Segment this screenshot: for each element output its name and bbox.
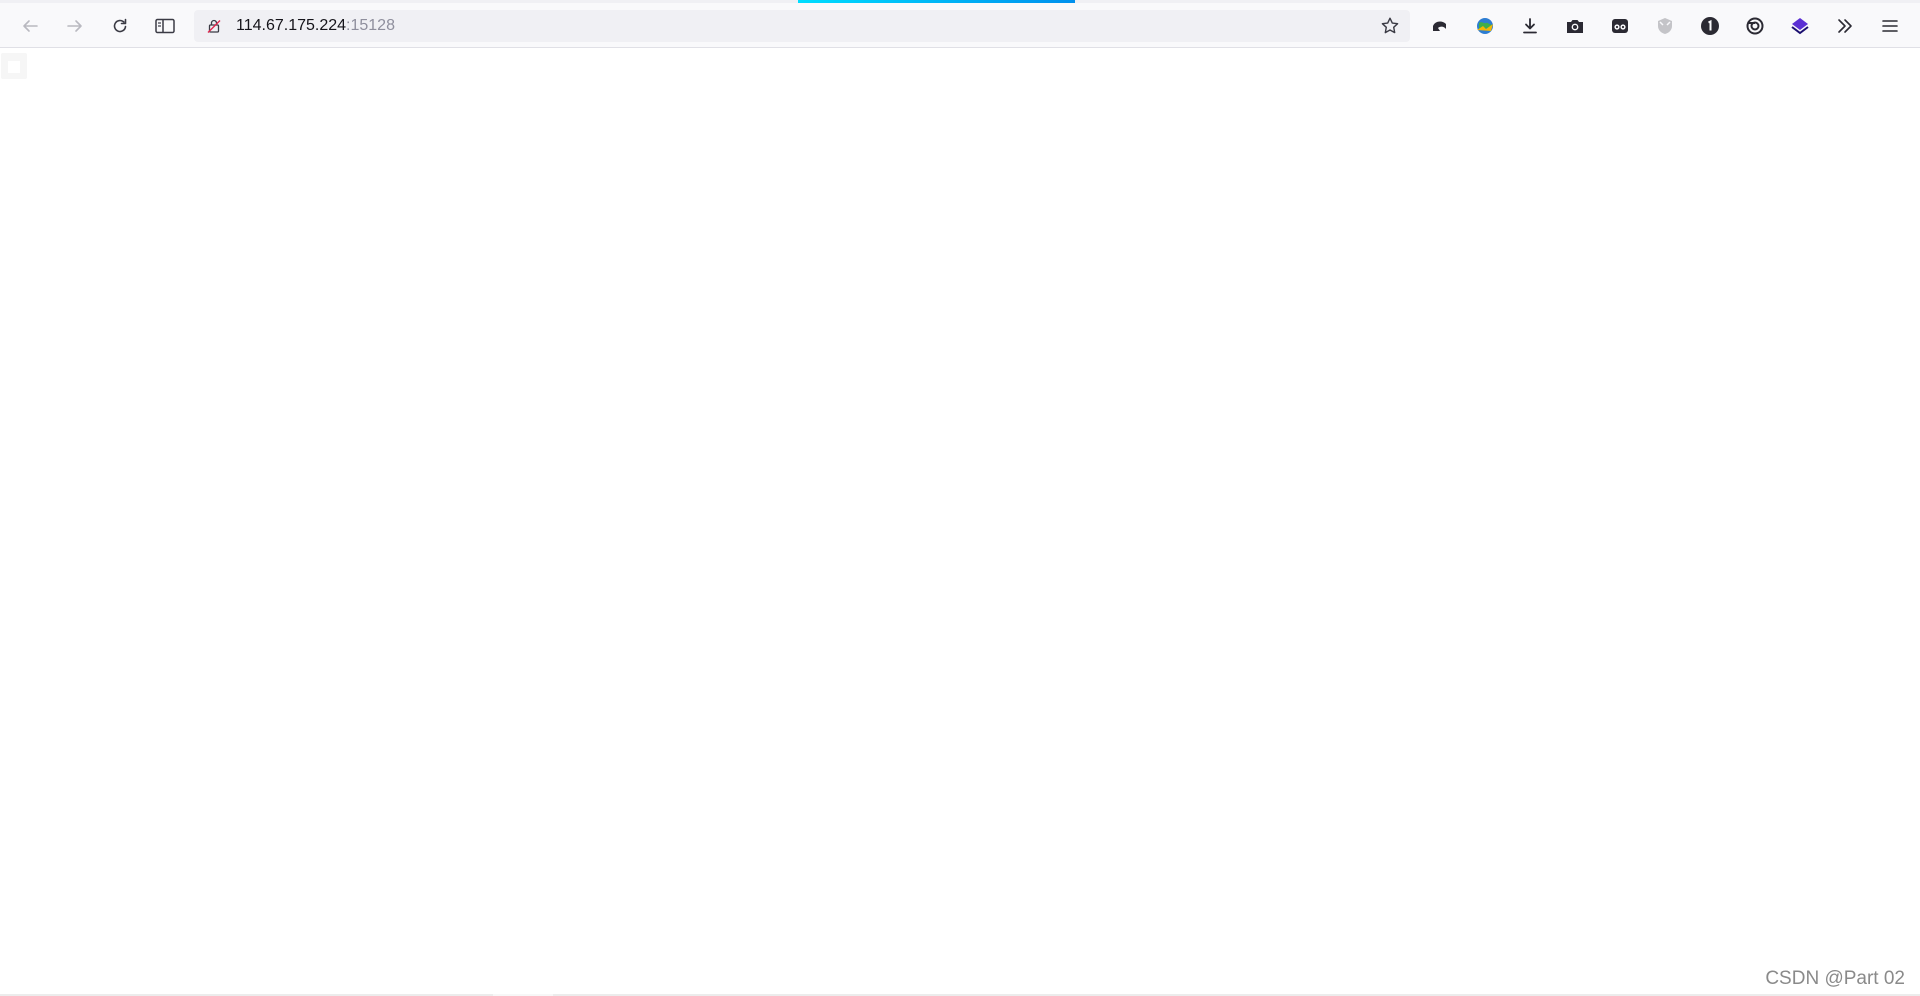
globe-extension-button[interactable]	[1469, 10, 1501, 42]
screenshot-button[interactable]	[1559, 10, 1591, 42]
page-placeholder-inner	[8, 61, 20, 73]
url-text[interactable]: 114.67.175.224:15128	[236, 18, 395, 34]
ghost-extension-button[interactable]	[1604, 10, 1636, 42]
shield-extension-icon	[1658, 18, 1672, 34]
app-menu-button[interactable]	[1874, 10, 1906, 42]
reload-button[interactable]	[104, 10, 136, 42]
page-content	[0, 48, 1920, 994]
undo-button[interactable]	[1424, 10, 1456, 42]
downloads-button[interactable]	[1514, 10, 1546, 42]
watermark-text: CSDN @Part 02	[1765, 968, 1905, 989]
camera-icon	[1567, 20, 1583, 33]
back-button[interactable]	[14, 10, 46, 42]
page-placeholder-element	[1, 53, 27, 79]
overflow-menu-button[interactable]	[1829, 10, 1861, 42]
forward-button[interactable]	[59, 10, 91, 42]
overflow-chevrons-icon	[1838, 19, 1852, 33]
ghost-extension-icon	[1612, 19, 1628, 33]
shield-extension-button[interactable]	[1649, 10, 1681, 42]
forward-arrow-icon	[67, 20, 82, 32]
sidebar-button[interactable]	[149, 10, 181, 42]
download-icon	[1523, 18, 1537, 34]
address-bar[interactable]: 114.67.175.224:15128	[194, 10, 1410, 42]
menu-icon	[1882, 20, 1898, 32]
copilot-button[interactable]	[1739, 10, 1771, 42]
star-icon	[1381, 17, 1399, 34]
browser-window: 114.67.175.224:15128 CSDN @Part 02	[0, 0, 1920, 996]
back-arrow-icon	[23, 20, 38, 32]
globe-extension-icon	[1477, 18, 1493, 34]
undo-arrow-icon	[1433, 21, 1446, 31]
reload-icon	[113, 18, 127, 33]
sidebar-icon	[155, 18, 175, 34]
url-port: :15128	[346, 17, 395, 34]
url-host: 114.67.175.224	[236, 17, 347, 34]
password-manager-button[interactable]	[1694, 10, 1726, 42]
insecure-lock-icon[interactable]	[206, 18, 222, 34]
stack-extension-button[interactable]	[1784, 10, 1816, 42]
browser-toolbar: 114.67.175.224:15128	[0, 3, 1920, 48]
stack-extension-icon	[1791, 18, 1809, 35]
password-manager-icon	[1701, 17, 1719, 35]
bookmark-button[interactable]	[1374, 10, 1406, 42]
copilot-icon	[1746, 17, 1764, 35]
